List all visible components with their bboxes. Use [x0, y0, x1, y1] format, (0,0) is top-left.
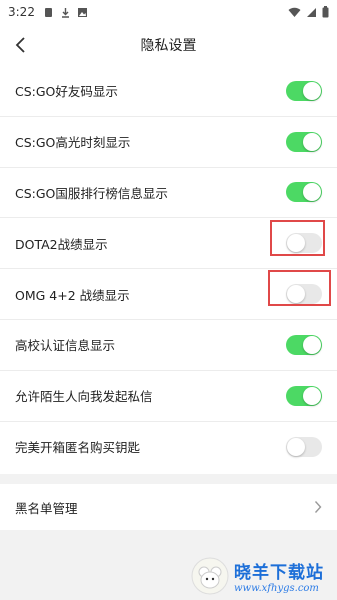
back-button[interactable]: [8, 33, 32, 57]
watermark-title: 晓羊下载站: [234, 563, 324, 583]
battery-icon: [322, 6, 329, 18]
setting-row-csgo-leaderboard: CS:GO国服排行榜信息显示: [0, 168, 337, 219]
setting-row-stranger-messages: 允许陌生人向我发起私信: [0, 371, 337, 422]
setting-row-csgo-friend-code: CS:GO好友码显示: [0, 66, 337, 117]
highlight-box-omg: [268, 270, 331, 306]
sheep-logo-icon: [191, 557, 229, 595]
sim-icon: [44, 7, 52, 17]
toggle-switch[interactable]: [286, 80, 322, 101]
section-divider: [0, 474, 337, 484]
toggle-knob: [303, 183, 321, 202]
setting-row-campus-verification: 高校认证信息显示: [0, 320, 337, 371]
watermark: 晓羊下载站 www.xfhygs.com: [190, 552, 337, 600]
toggle-knob: [303, 335, 321, 354]
setting-label: 允许陌生人向我发起私信: [15, 389, 153, 405]
setting-label: 高校认证信息显示: [15, 338, 116, 354]
toggle-switch[interactable]: [286, 334, 322, 355]
blacklist-management-row[interactable]: 黑名单管理: [0, 484, 337, 530]
toggle-knob: [303, 132, 321, 151]
wifi-icon: [288, 7, 301, 17]
download-icon: [61, 7, 69, 18]
highlight-box-dota2: [270, 220, 325, 256]
signal-icon: [307, 7, 316, 17]
toggle-switch[interactable]: [286, 131, 322, 152]
status-bar: 3:22: [0, 0, 337, 24]
toggle-switch[interactable]: [286, 436, 322, 457]
watermark-url: www.xfhygs.com: [234, 583, 319, 594]
setting-label: DOTA2战绩显示: [15, 236, 108, 252]
chevron-left-icon: [15, 37, 25, 53]
nav-bar: 隐私设置: [0, 24, 337, 66]
setting-label: 完美开箱匿名购买钥匙: [15, 440, 141, 456]
setting-label: CS:GO好友码显示: [15, 84, 118, 100]
setting-row-csgo-highlights: CS:GO高光时刻显示: [0, 117, 337, 168]
gallery-icon: [77, 7, 87, 17]
setting-row-anonymous-key-purchase: 完美开箱匿名购买钥匙: [0, 422, 337, 473]
setting-label: CS:GO高光时刻显示: [15, 135, 131, 151]
toggle-switch[interactable]: [286, 385, 322, 406]
blacklist-label: 黑名单管理: [15, 500, 78, 516]
setting-label: CS:GO国服排行榜信息显示: [15, 185, 168, 201]
page-title: 隐私设置: [140, 38, 197, 54]
toggle-switch[interactable]: [286, 182, 322, 203]
toggle-knob: [303, 81, 321, 100]
status-time: 3:22: [8, 5, 35, 19]
toggle-knob: [287, 437, 305, 456]
toggle-knob: [303, 386, 321, 405]
chevron-right-icon: [314, 501, 322, 513]
setting-label: OMG 4+2 战绩显示: [15, 287, 130, 303]
